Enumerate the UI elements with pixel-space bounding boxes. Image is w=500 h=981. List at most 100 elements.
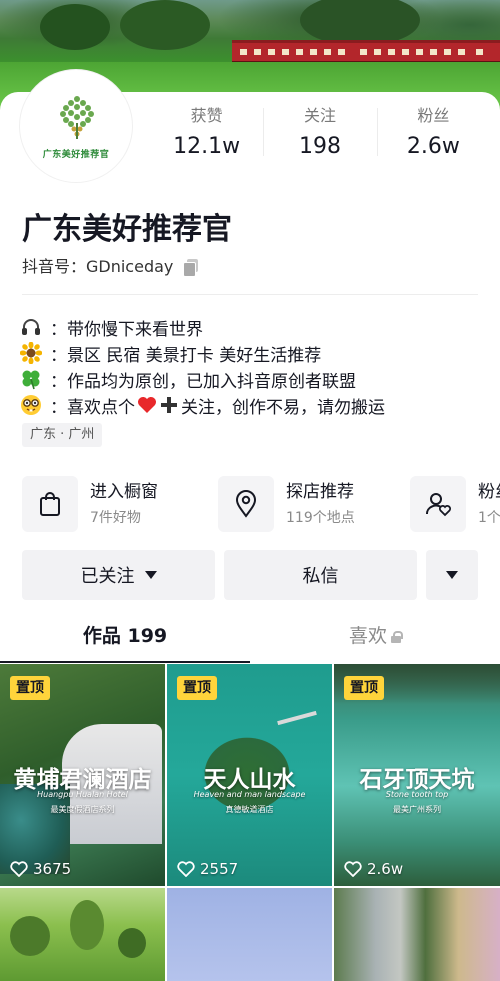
headphones-icon [22, 319, 40, 335]
map-pin-icon [218, 476, 274, 532]
video-card[interactable]: 置顶 黄埔君澜酒店 Huangpu Hualan Hotel 最美度假酒店系列 … [0, 664, 165, 886]
followed-button[interactable]: 已关注 [22, 550, 215, 600]
shopping-bag-icon [22, 476, 78, 532]
plus-icon [161, 397, 177, 413]
service-row: 进入橱窗 7件好物 探店推荐 119个地点 粉丝 1个 [22, 476, 500, 532]
video-title: 石牙顶天坑 [359, 766, 475, 793]
tab-label: 喜欢 [348, 625, 387, 647]
stat-label: 关注 [303, 106, 336, 125]
douyin-id-row: 抖音号：GDniceday [22, 256, 199, 278]
bio-text: ：喜欢点个 [50, 397, 135, 418]
followed-label: 已关注 [80, 566, 135, 587]
stat-likes[interactable]: 获赞 12.1w [150, 104, 263, 168]
pinned-badge: 置顶 [177, 676, 217, 700]
service-sub: 7件好物 [90, 510, 141, 526]
caret-down-icon [144, 571, 157, 579]
tree [10, 916, 50, 956]
tree [70, 900, 104, 950]
video-grid: 置顶 黄埔君澜酒店 Huangpu Hualan Hotel 最美度假酒店系列 … [0, 664, 500, 981]
lock-icon [391, 630, 403, 643]
message-button[interactable]: 私信 [224, 550, 417, 600]
banner-tree [40, 4, 110, 50]
tab-likes[interactable]: 喜欢 [250, 616, 500, 662]
more-options-button[interactable] [426, 550, 478, 600]
bio-text: 关注，创作不易，请勿搬运 [181, 397, 385, 418]
red-heart-icon [138, 397, 156, 413]
service-sub: 1个 [478, 510, 500, 526]
leaf-logo-icon [60, 96, 94, 139]
video-likes: 2.6w [344, 860, 403, 878]
nerd-face-icon [21, 395, 41, 415]
stat-label: 粉丝 [417, 106, 450, 125]
service-title: 进入橱窗 [90, 482, 158, 502]
location-tag[interactable]: 广东 · 广州 [22, 423, 103, 447]
sunflower-icon [20, 342, 42, 364]
stat-followers[interactable]: 粉丝 2.6w [376, 104, 490, 168]
heart-outline-icon [10, 861, 28, 877]
copy-icon[interactable] [183, 259, 199, 277]
service-text: 探店推荐 119个地点 [286, 480, 355, 528]
video-card[interactable] [167, 888, 332, 981]
bio-text: ：景区 民宿 美景打卡 美好生活推荐 [50, 345, 322, 366]
service-text: 进入橱窗 7件好物 [90, 480, 158, 528]
stat-label: 获赞 [190, 106, 223, 125]
video-card[interactable]: 置顶 天人山水 Heaven and man landscape 真德敏道酒店 … [167, 664, 332, 886]
banner-tree [120, 0, 210, 50]
profile-stats: 获赞 12.1w 关注 198 粉丝 2.6w [150, 104, 490, 168]
video-likes: 3675 [10, 860, 71, 878]
video-subtitle: Stone tooth top [385, 790, 449, 799]
stat-value: 2.6w [406, 134, 460, 159]
video-card[interactable] [334, 888, 500, 981]
tree [118, 928, 146, 958]
video-subtitle-cn: 最美度假酒店系列 [50, 805, 115, 814]
pier [277, 710, 317, 726]
service-title: 探店推荐 [286, 482, 354, 502]
profile-bio: ：带你慢下来看世界 ：景区 民宿 美景打卡 美好生活推荐 ：作品均为原创，已加入… [20, 314, 385, 418]
service-text: 粉丝 1个 [478, 480, 500, 528]
caret-down-icon [446, 571, 458, 579]
bio-line: ：作品均为原创，已加入抖音原创者联盟 [20, 366, 385, 392]
video-card[interactable]: 置顶 石牙顶天坑 Stone tooth top 最美广州系列 2.6w [334, 664, 500, 886]
service-sub: 119个地点 [286, 510, 355, 526]
heart-outline-icon [177, 861, 195, 877]
stat-value: 198 [298, 134, 341, 159]
heart-outline-icon [344, 861, 362, 877]
video-subtitle-cn: 最美广州系列 [393, 805, 441, 814]
divider [22, 294, 478, 295]
video-likes: 2557 [177, 860, 238, 878]
stat-value: 12.1w [173, 134, 241, 159]
bio-line: ：景区 民宿 美景打卡 美好生活推荐 [20, 340, 385, 366]
pinned-badge: 置顶 [10, 676, 50, 700]
bio-text: ：带你慢下来看世界 [50, 319, 203, 340]
banner-train [232, 40, 500, 64]
video-subtitle: Huangpu Hualan Hotel [37, 790, 128, 799]
likes-count: 2.6w [367, 860, 404, 878]
stat-following[interactable]: 关注 198 [263, 104, 376, 168]
video-subtitle: Heaven and man landscape [193, 790, 306, 799]
profile-name: 广东美好推荐官 [22, 212, 232, 247]
video-card[interactable] [0, 888, 165, 981]
bio-line: ：喜欢点个 关注，创作不易，请勿搬运 [20, 392, 385, 418]
fans-icon [410, 476, 466, 532]
service-explore[interactable]: 探店推荐 119个地点 [218, 476, 355, 532]
tab-label: 作品 199 [82, 625, 168, 647]
content-tabs: 作品 199 喜欢 [0, 616, 500, 664]
douyin-id: 抖音号：GDniceday [22, 257, 174, 276]
service-fans[interactable]: 粉丝 1个 [410, 476, 500, 532]
clover-icon [22, 370, 40, 390]
bio-text: ：作品均为原创，已加入抖音原创者联盟 [50, 371, 356, 392]
bio-line: ：带你慢下来看世界 [20, 314, 385, 340]
service-showcase[interactable]: 进入橱窗 7件好物 [22, 476, 158, 532]
logo-text: 广东美好推荐官 [42, 150, 110, 160]
video-title: 黄埔君澜酒店 [13, 766, 152, 793]
avatar[interactable]: 广东美好推荐官 [20, 70, 132, 182]
video-title: 天人山水 [203, 766, 296, 793]
likes-count: 3675 [33, 860, 72, 878]
video-subtitle-cn: 真德敏道酒店 [225, 805, 274, 814]
tab-works[interactable]: 作品 199 [0, 616, 250, 662]
likes-count: 2557 [200, 860, 239, 878]
service-title: 粉丝 [478, 482, 500, 502]
tab-underline [0, 661, 250, 663]
pinned-badge: 置顶 [344, 676, 384, 700]
message-label: 私信 [302, 566, 339, 587]
